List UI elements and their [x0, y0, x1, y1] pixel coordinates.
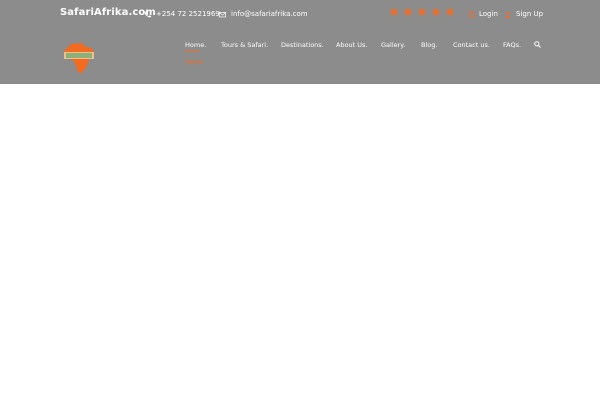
social-links	[391, 9, 453, 15]
phone-number: +254 72 2521969	[156, 10, 220, 18]
email-contact[interactable]: info@safariafrika.com	[219, 10, 308, 18]
login-label: Login	[479, 10, 498, 18]
youtube-icon[interactable]	[391, 9, 397, 15]
site-header: SafariAfrika.com +254 72 2521969 info@sa…	[0, 0, 600, 84]
user-plus-icon	[505, 11, 511, 18]
nav-item-contact-us[interactable]: Contact us.	[453, 41, 490, 49]
user-circle-icon	[468, 10, 475, 18]
nav-item-destinations[interactable]: Destinations.	[281, 41, 324, 49]
signup-label: Sign Up	[516, 10, 544, 18]
site-brand[interactable]: SafariAfrika.com	[60, 7, 156, 18]
nav-item-faqs[interactable]: FAQs.	[503, 41, 521, 49]
nav-item-tours-safari[interactable]: Tours & Safari.	[221, 41, 268, 49]
nav-item-blog[interactable]: Blog.	[421, 41, 437, 49]
phone-contact[interactable]: +254 72 2521969	[144, 10, 220, 18]
twitter-icon[interactable]	[419, 9, 425, 15]
instagram-icon[interactable]	[433, 9, 439, 15]
nav-subitem-home[interactable]: Home	[185, 59, 203, 66]
nav-item-about-us[interactable]: About Us.	[336, 41, 368, 49]
site-logo[interactable]	[62, 42, 96, 74]
search-icon[interactable]	[534, 41, 541, 48]
signup-link[interactable]: Sign Up	[505, 10, 543, 18]
envelope-icon	[219, 11, 226, 17]
logo-stripe	[66, 53, 92, 58]
nav-item-gallery[interactable]: Gallery.	[381, 41, 405, 49]
nav-item-home[interactable]: Home.	[185, 41, 206, 52]
pinterest-icon[interactable]	[447, 9, 453, 15]
phone-icon	[144, 11, 151, 17]
email-address: info@safariafrika.com	[231, 10, 308, 18]
facebook-icon[interactable]	[405, 9, 411, 15]
login-link[interactable]: Login	[468, 10, 498, 18]
